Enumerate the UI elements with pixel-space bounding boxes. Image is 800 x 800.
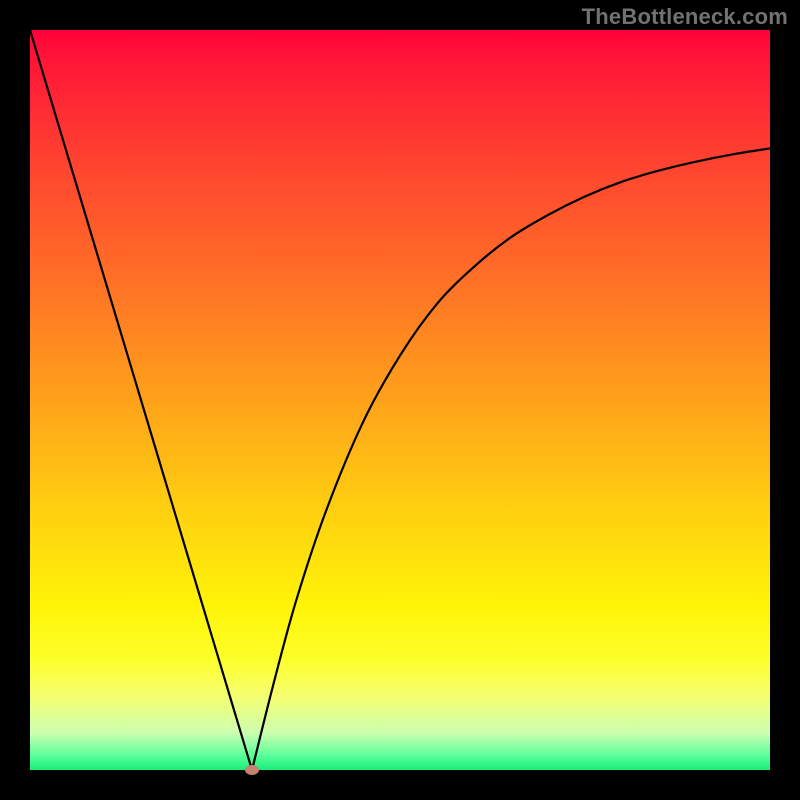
chart-container: TheBottleneck.com <box>0 0 800 800</box>
bottleneck-minimum-marker <box>245 765 259 775</box>
bottleneck-curve <box>30 30 770 770</box>
watermark-text: TheBottleneck.com <box>582 4 788 30</box>
plot-area <box>30 30 770 770</box>
